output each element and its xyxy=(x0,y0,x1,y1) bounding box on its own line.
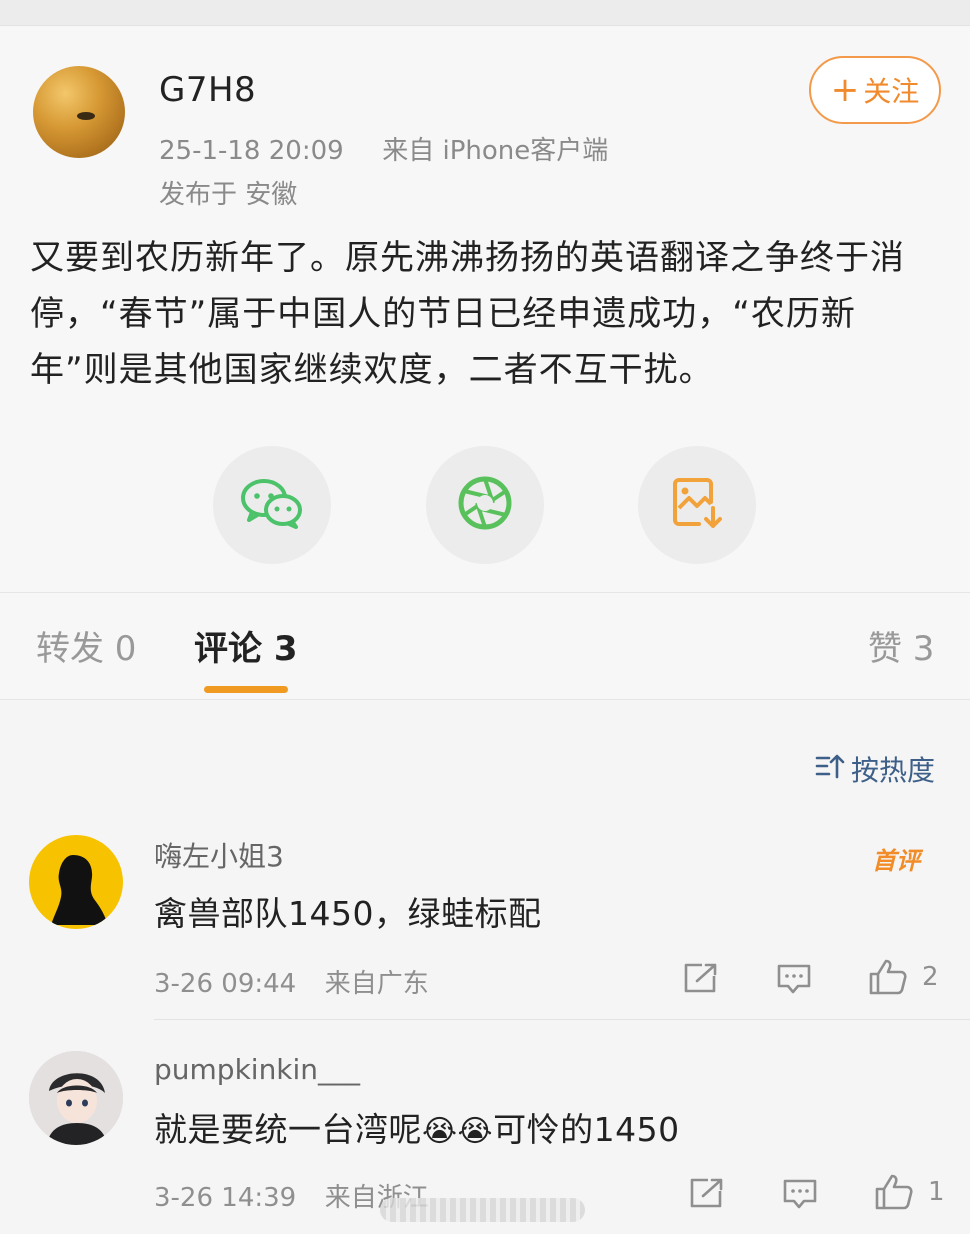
comment-time: 3-26 09:44 xyxy=(154,969,297,999)
comment-avatar[interactable] xyxy=(29,835,123,929)
silhouette-icon xyxy=(51,855,108,925)
anime-avatar-icon xyxy=(29,1051,123,1145)
comment-avatar[interactable] xyxy=(29,1051,123,1145)
reply-button[interactable] xyxy=(776,963,812,995)
comment-meta: 3-26 09:44 来自广东 xyxy=(154,963,429,1000)
save-image-button[interactable] xyxy=(638,446,756,564)
follow-label: 关注 xyxy=(863,75,920,108)
follow-button[interactable]: + 关注 xyxy=(809,56,941,124)
top-edge xyxy=(0,0,970,26)
tab-likes[interactable]: 赞 3 xyxy=(868,621,934,670)
comment-text-after: 可怜的1450 xyxy=(493,1110,680,1149)
active-tab-indicator xyxy=(204,686,288,693)
thumbs-up-icon xyxy=(875,1174,913,1210)
wechat-icon xyxy=(240,476,304,534)
repost-comment-button[interactable] xyxy=(682,962,718,994)
post-meta: 25-1-18 20:09 来自 iPhone客户端 xyxy=(159,130,608,167)
save-image-icon xyxy=(671,476,723,534)
plus-icon: + xyxy=(830,70,860,110)
post-tabs: 转发 0 评论 3 赞 3 xyxy=(0,592,970,700)
comment-divider xyxy=(154,1019,970,1020)
first-comment-badge: 首评 xyxy=(872,841,920,876)
post-time: 25-1-18 20:09 xyxy=(159,136,344,166)
comment-time: 3-26 14:39 xyxy=(154,1183,297,1213)
comment-location: 来自广东 xyxy=(324,969,429,999)
share-row xyxy=(0,446,970,566)
weibo-post: G7H8 25-1-18 20:09 来自 iPhone客户端 发布于 安徽 +… xyxy=(0,26,970,592)
comment-author[interactable]: 嗨左小姐3 xyxy=(154,835,284,875)
share-moments-button[interactable] xyxy=(426,446,544,564)
thumbs-up-icon xyxy=(869,959,907,995)
tab-comments[interactable]: 评论 3 xyxy=(194,621,298,670)
comment-icon xyxy=(777,964,811,994)
sort-label: 按热度 xyxy=(851,754,936,787)
repost-comment-button[interactable] xyxy=(688,1177,724,1209)
sort-button[interactable]: 按热度 xyxy=(815,749,935,789)
share-wechat-button[interactable] xyxy=(213,446,331,564)
post-content: 又要到农历新年了。原先沸沸扬扬的英语翻译之争终于消停，“春节”属于中国人的节日已… xyxy=(30,238,905,390)
share-icon xyxy=(690,1178,723,1208)
author-name[interactable]: G7H8 xyxy=(159,70,256,110)
sort-icon xyxy=(815,753,845,786)
comment-list: 按热度 嗨左小姐3 首评 禽兽部队1450，绿蛙标配 3-26 09:44 来自… xyxy=(0,701,970,1234)
comment-author[interactable]: pumpkinkin___ xyxy=(154,1053,360,1086)
tab-repost[interactable]: 转发 0 xyxy=(36,621,136,670)
post-source: 来自 iPhone客户端 xyxy=(382,136,609,166)
like-count: 2 xyxy=(922,962,939,992)
post-location: 发布于 安徽 xyxy=(159,180,298,210)
comment-text: 就是要统一台湾呢😭😭可怜的1450 xyxy=(154,1103,680,1151)
comment-icon xyxy=(783,1179,817,1209)
watermark xyxy=(380,1198,585,1222)
share-icon xyxy=(684,963,717,993)
comment-text-before: 就是要统一台湾呢 xyxy=(154,1110,422,1149)
moments-icon xyxy=(457,475,513,535)
like-button[interactable]: 1 xyxy=(874,1173,945,1211)
author-avatar[interactable] xyxy=(33,66,125,158)
like-button[interactable]: 2 xyxy=(868,958,939,996)
crying-emoji: 😭😭 xyxy=(422,1114,494,1149)
reply-button[interactable] xyxy=(782,1178,818,1210)
like-count: 1 xyxy=(928,1177,945,1207)
comment-text: 禽兽部队1450，绿蛙标配 xyxy=(154,894,542,933)
